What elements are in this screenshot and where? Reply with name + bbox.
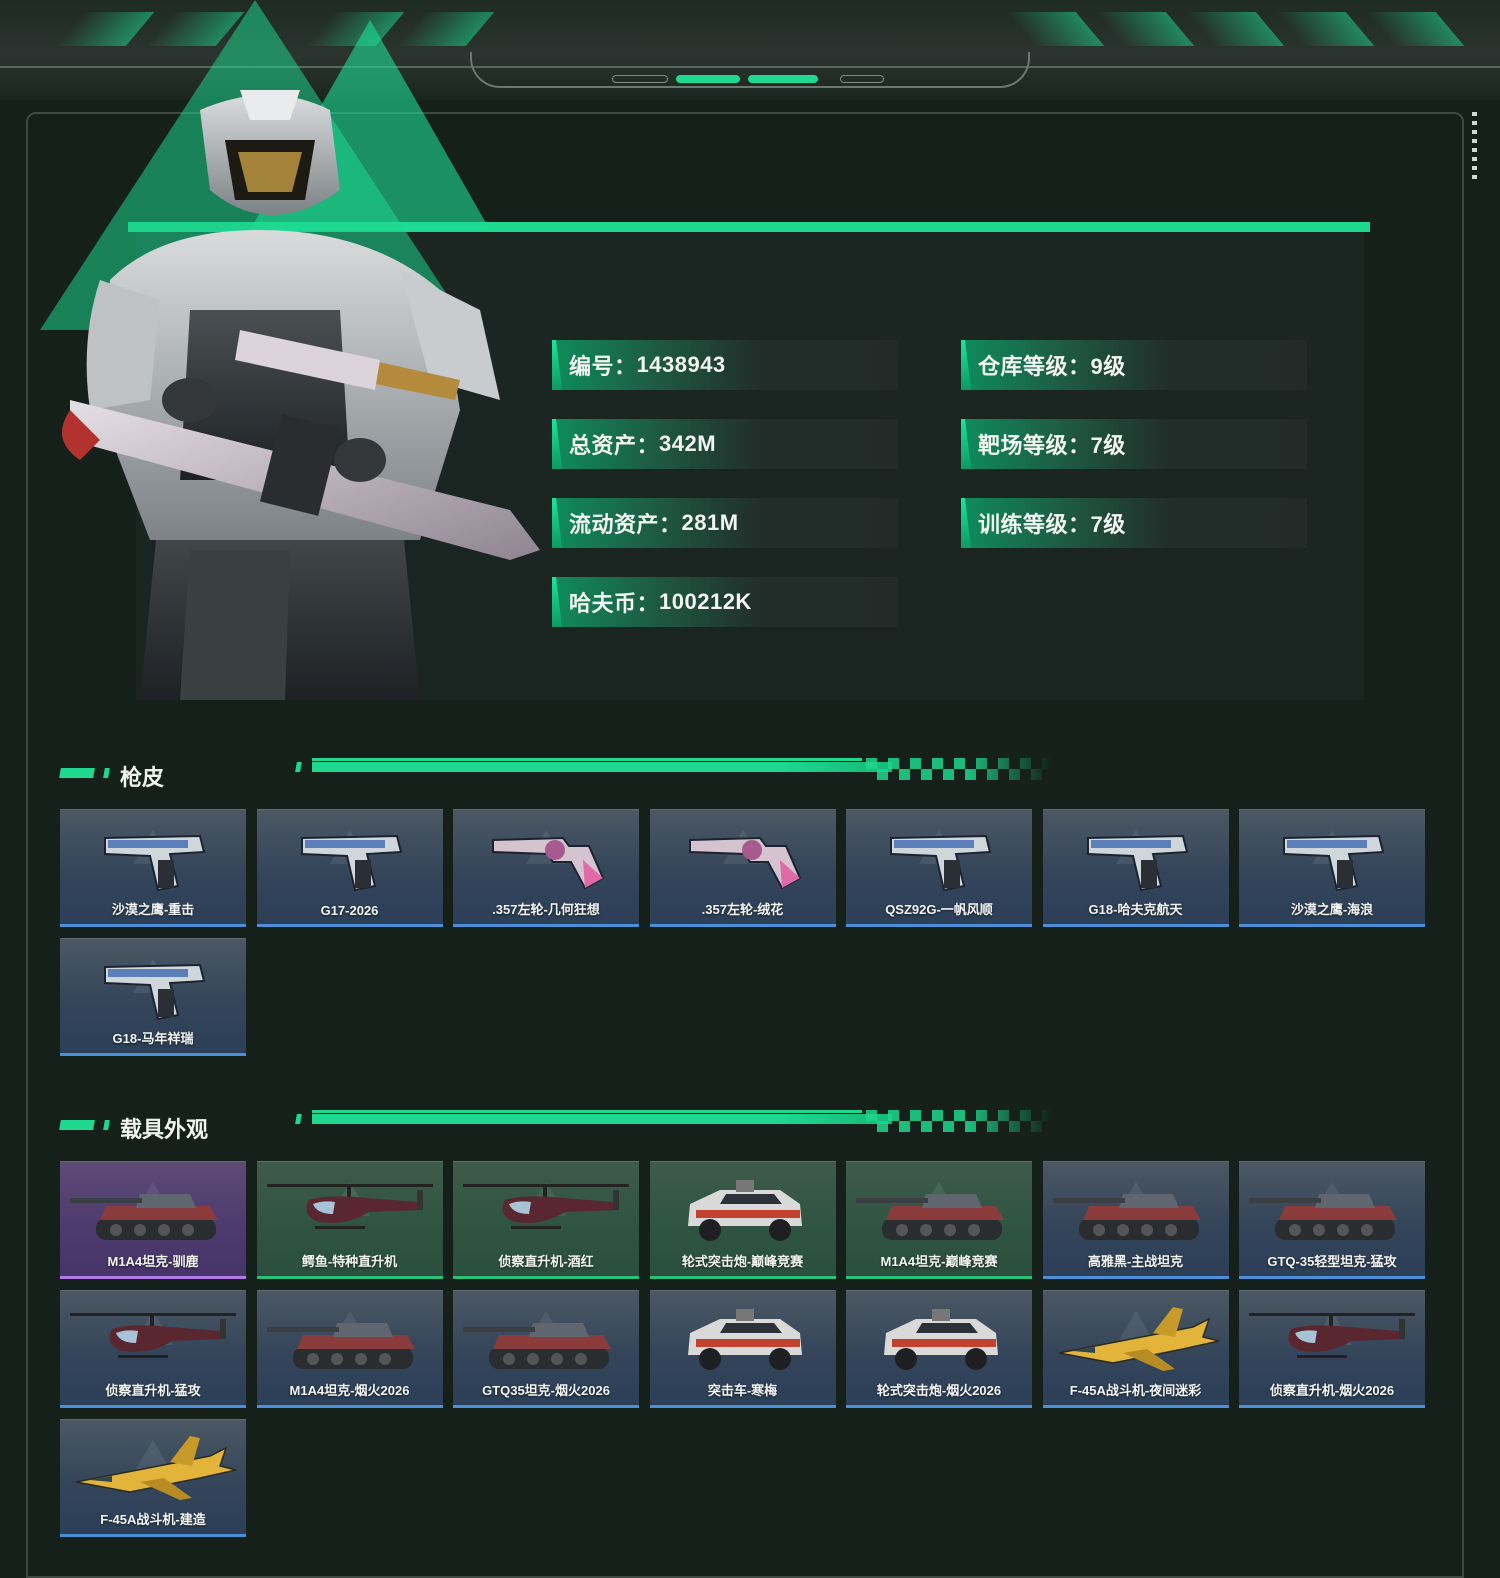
vehicle-skin-name: 高雅黑-主战坦克 bbox=[1087, 1254, 1184, 1269]
helicopter-icon bbox=[1239, 1297, 1425, 1383]
pistol-icon bbox=[1239, 816, 1425, 902]
stat-id: 编号： 1438943 bbox=[552, 340, 898, 390]
section-title: 枪皮 bbox=[120, 765, 165, 790]
gun-skin-name: .357左轮-几何狂想 bbox=[492, 902, 600, 917]
vehicle-skin-name: M1A4坦克-驯鹿 bbox=[107, 1254, 199, 1269]
vehicle-skin-card[interactable]: 侦察直升机-酒红 bbox=[453, 1161, 639, 1279]
armored-car-icon bbox=[650, 1297, 836, 1383]
vehicle-skin-name: 鳄鱼-特种直升机 bbox=[301, 1254, 398, 1269]
vehicle-skin-name: 轮式突击炮-巅峰竞赛 bbox=[681, 1254, 804, 1269]
vehicle-skin-name: F-45A战斗机-夜间迷彩 bbox=[1069, 1383, 1202, 1398]
pistol-icon bbox=[846, 816, 1032, 902]
armored-car-icon bbox=[846, 1297, 1032, 1383]
vehicle-skin-name: F-45A战斗机-建造 bbox=[100, 1512, 206, 1527]
vehicle-skin-name: 侦察直升机-烟火2026 bbox=[1269, 1383, 1395, 1398]
stat-warehouse-level: 仓库等级： 9级 bbox=[961, 340, 1307, 390]
revolver-icon bbox=[650, 816, 836, 902]
vehicle-skin-card[interactable]: 高雅黑-主战坦克 bbox=[1042, 1161, 1229, 1279]
gun-skin-name: 沙漠之鹰-海浪 bbox=[1290, 902, 1374, 917]
helicopter-icon bbox=[257, 1168, 443, 1254]
vehicle-skin-card[interactable]: 侦察直升机-猛攻 bbox=[60, 1290, 246, 1408]
helicopter-icon bbox=[453, 1168, 639, 1254]
section-title: 载具外观 bbox=[120, 1117, 209, 1142]
vehicle-skin-card[interactable]: F-45A战斗机-夜间迷彩 bbox=[1042, 1290, 1229, 1408]
pistol-icon bbox=[60, 816, 246, 902]
armored-car-icon bbox=[650, 1168, 836, 1254]
jet-icon bbox=[1043, 1297, 1229, 1383]
vehicle-skin-card[interactable]: F-45A战斗机-建造 bbox=[60, 1419, 246, 1537]
gun-skin-name: G18-哈夫克航天 bbox=[1088, 902, 1183, 917]
gun-skin-name: 沙漠之鹰-重击 bbox=[111, 902, 195, 917]
vehicle-skin-card[interactable]: GTQ35坦克-烟火2026 bbox=[453, 1290, 639, 1408]
vehicle-skin-card[interactable]: GTQ-35轻型坦克-猛攻 bbox=[1239, 1161, 1425, 1279]
gun-skin-grid: 沙漠之鹰-重击 G17-2026 .357左轮-几何狂想 .357左轮-绒花 QSZ92… bbox=[60, 809, 1440, 1056]
tank-icon bbox=[453, 1297, 639, 1383]
gun-skin-card[interactable]: G18-哈夫克航天 bbox=[1042, 809, 1229, 927]
vehicle-skin-name: 突击车-寒梅 bbox=[707, 1383, 778, 1398]
revolver-icon bbox=[453, 816, 639, 902]
vehicle-skin-name: GTQ-35轻型坦克-猛攻 bbox=[1267, 1254, 1397, 1269]
vehicle-skin-card[interactable]: 轮式突击炮-巅峰竞赛 bbox=[649, 1161, 836, 1279]
pistol-icon bbox=[60, 945, 246, 1031]
gun-skin-name: G18-马年祥瑞 bbox=[112, 1031, 194, 1046]
tank-icon bbox=[846, 1168, 1032, 1254]
stat-training-level: 训练等级： 7级 bbox=[961, 498, 1307, 548]
stat-range-level: 靶场等级： 7级 bbox=[961, 419, 1307, 469]
helicopter-icon bbox=[60, 1297, 246, 1383]
tank-icon bbox=[60, 1168, 246, 1254]
pistol-icon bbox=[1043, 816, 1229, 902]
gun-skin-card[interactable]: 沙漠之鹰-重击 bbox=[60, 809, 246, 927]
gun-skin-name: G17-2026 bbox=[320, 903, 379, 918]
scroll-indicator bbox=[1472, 112, 1477, 184]
tank-icon bbox=[1043, 1168, 1229, 1254]
stat-liquid-assets: 流动资产： 281M bbox=[552, 498, 898, 548]
gun-skin-card[interactable]: QSZ92G-一帆风顺 bbox=[846, 809, 1032, 927]
vehicle-skin-card[interactable]: M1A4坦克-巅峰竞赛 bbox=[846, 1161, 1032, 1279]
vehicle-skin-name: M1A4坦克-烟火2026 bbox=[289, 1383, 410, 1398]
section-divider bbox=[295, 1110, 1056, 1132]
vehicle-skin-name: 侦察直升机-酒红 bbox=[498, 1254, 594, 1269]
vehicle-skin-card[interactable]: M1A4坦克-烟火2026 bbox=[256, 1290, 443, 1408]
vehicle-skin-card[interactable]: M1A4坦克-驯鹿 bbox=[60, 1161, 246, 1279]
vehicle-skin-card[interactable]: 突击车-寒梅 bbox=[649, 1290, 836, 1408]
vehicle-skin-card[interactable]: 鳄鱼-特种直升机 bbox=[256, 1161, 443, 1279]
tank-icon bbox=[257, 1297, 443, 1383]
vehicle-skin-name: 侦察直升机-猛攻 bbox=[105, 1383, 201, 1398]
section-divider bbox=[295, 758, 1056, 780]
jet-icon bbox=[60, 1426, 246, 1512]
gun-skin-card[interactable]: G17-2026 bbox=[256, 809, 443, 927]
stat-total-assets: 总资产： 342M bbox=[552, 419, 898, 469]
gun-skin-card[interactable]: .357左轮-绒花 bbox=[649, 809, 836, 927]
vehicle-skin-card[interactable]: 轮式突击炮-烟火2026 bbox=[846, 1290, 1032, 1408]
vehicle-skin-card[interactable]: 侦察直升机-烟火2026 bbox=[1239, 1290, 1425, 1408]
operator-character-image bbox=[62, 90, 540, 700]
tank-icon bbox=[1239, 1168, 1425, 1254]
gun-skin-name: .357左轮-绒花 bbox=[701, 902, 784, 917]
pistol-icon bbox=[257, 816, 443, 902]
vehicle-skin-name: 轮式突击炮-烟火2026 bbox=[876, 1383, 1002, 1398]
gun-skin-card[interactable]: G18-马年祥瑞 bbox=[60, 938, 246, 1056]
gun-skin-card[interactable]: 沙漠之鹰-海浪 bbox=[1239, 809, 1425, 927]
vehicle-skin-name: GTQ35坦克-烟火2026 bbox=[482, 1383, 610, 1398]
stat-haf-coin: 哈夫币： 100212K bbox=[552, 577, 898, 627]
vehicle-skin-grid: M1A4坦克-驯鹿 鳄鱼-特种直升机 侦察直升机-酒红 轮式突击炮-巅峰竞赛 M1A4坦… bbox=[60, 1161, 1440, 1537]
vehicle-skin-name: M1A4坦克-巅峰竞赛 bbox=[880, 1254, 998, 1269]
gun-skin-name: QSZ92G-一帆风顺 bbox=[885, 902, 993, 917]
gun-skin-card[interactable]: .357左轮-几何狂想 bbox=[453, 809, 639, 927]
